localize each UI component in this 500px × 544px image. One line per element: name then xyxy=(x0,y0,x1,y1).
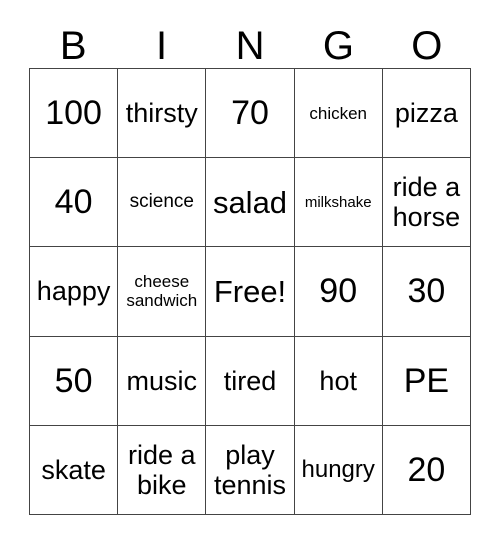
bingo-cell-label: 90 xyxy=(319,272,358,311)
bingo-cell-label: chicken xyxy=(309,103,368,123)
bingo-cell[interactable]: thirsty xyxy=(118,69,207,159)
bingo-cell-label: music xyxy=(126,365,198,396)
bingo-cell[interactable]: skate xyxy=(30,425,119,515)
bingo-cell-label: play tennis xyxy=(213,439,287,500)
bingo-cell[interactable]: happy xyxy=(30,247,119,337)
bingo-cell-label: science xyxy=(129,191,194,213)
bingo-cell[interactable]: 20 xyxy=(382,425,471,515)
bingo-cell-label: 20 xyxy=(407,450,446,489)
bingo-cell[interactable]: 90 xyxy=(294,247,383,337)
bingo-cell[interactable]: 50 xyxy=(30,336,119,426)
bingo-grid: 100 thirsty 70 chicken pizza 40 science salad mi… xyxy=(29,68,471,515)
bingo-cell[interactable]: hungry xyxy=(294,425,383,515)
bingo-cell-label: cheese sandwich xyxy=(126,272,198,311)
bingo-cell-label: hungry xyxy=(301,456,375,484)
bingo-cell-label: 100 xyxy=(45,94,102,133)
bingo-card: B I N G O 100 thirsty 70 chicken pizza 40 scie… xyxy=(0,0,500,544)
bingo-cell-label: 30 xyxy=(407,272,446,311)
bingo-cell-label: 50 xyxy=(54,361,93,400)
bingo-cell[interactable]: science xyxy=(118,158,207,248)
bingo-cell[interactable]: 70 xyxy=(206,69,295,159)
bingo-cell-label: 40 xyxy=(54,183,93,222)
bingo-cell[interactable]: 30 xyxy=(382,247,471,337)
bingo-cell[interactable]: milkshake xyxy=(294,158,383,248)
bingo-cell-label: skate xyxy=(41,454,106,485)
bingo-cell[interactable]: 100 xyxy=(30,69,119,159)
bingo-cell[interactable]: tired xyxy=(206,336,295,426)
bingo-cell[interactable]: salad xyxy=(206,158,295,248)
bingo-cell[interactable]: 40 xyxy=(30,158,119,248)
bingo-header-row: B I N G O xyxy=(29,16,471,68)
bingo-cell-label: salad xyxy=(212,184,288,220)
bingo-cell[interactable]: ride a horse xyxy=(382,158,471,248)
header-letter-b: B xyxy=(59,24,87,68)
bingo-cell[interactable]: hot xyxy=(294,336,383,426)
bingo-cell[interactable]: play tennis xyxy=(206,425,295,515)
bingo-cell-free-label: Free! xyxy=(213,273,287,309)
header-letter-n: N xyxy=(235,24,265,68)
bingo-cell[interactable]: PE xyxy=(382,336,471,426)
bingo-cell-label: PE xyxy=(403,361,450,400)
header-letter-g: G xyxy=(322,24,354,68)
bingo-cell-label: ride a horse xyxy=(392,172,461,233)
bingo-cell[interactable]: chicken xyxy=(294,69,383,159)
bingo-cell[interactable]: pizza xyxy=(382,69,471,159)
bingo-cell-label: tired xyxy=(223,365,277,396)
bingo-cell-label: thirsty xyxy=(125,98,198,129)
header-letter-i: I xyxy=(156,24,168,68)
bingo-cell-label: pizza xyxy=(394,98,458,129)
bingo-cell-label: happy xyxy=(36,276,111,307)
bingo-cell-label: hot xyxy=(319,365,357,396)
bingo-cell[interactable]: cheese sandwich xyxy=(118,247,207,337)
bingo-cell[interactable]: ride a bike xyxy=(118,425,207,515)
bingo-cell-label: ride a bike xyxy=(128,439,196,500)
header-letter-o: O xyxy=(411,24,443,68)
bingo-cell[interactable]: music xyxy=(118,336,207,426)
bingo-cell-label: 70 xyxy=(231,94,269,133)
bingo-cell[interactable]: Free! xyxy=(206,247,295,337)
bingo-cell-label: milkshake xyxy=(304,193,372,211)
